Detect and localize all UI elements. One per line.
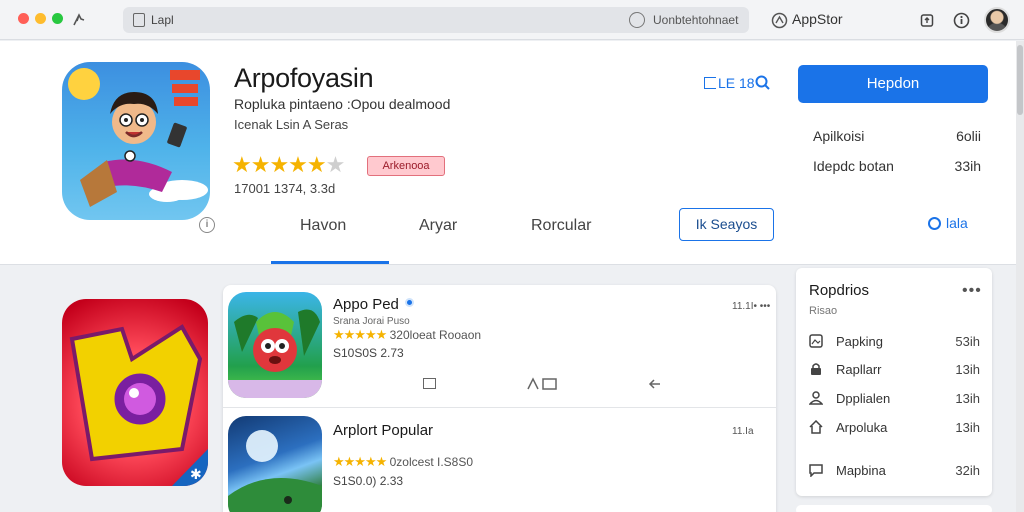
- list-item-price: S1S0.0) 2.33: [333, 474, 404, 488]
- info-value: 6olii: [956, 128, 981, 144]
- review-count: 0zolcest I.S8S0: [389, 455, 474, 469]
- side-panel: Ropdrios Risao ••• Papking 53ih Rapllarr…: [796, 268, 992, 496]
- reply-icon[interactable]: [648, 377, 662, 394]
- minimize-window-button[interactable]: [35, 13, 46, 24]
- list-item-date: 11.1I• •••: [732, 301, 771, 312]
- address-bar[interactable]: Lapl Uonbtehtohnaet: [123, 7, 749, 33]
- info-row: Idepdc botan 33ih: [813, 158, 981, 174]
- side-row[interactable]: Arpoluka 13ih: [808, 417, 980, 437]
- store-label: AppStor: [792, 11, 843, 27]
- app-header: Arpofoyasin Ropluka pintaeno :Opou dealm…: [0, 41, 1016, 265]
- side-row[interactable]: Mapbina 32ih: [808, 460, 980, 480]
- app-meta: 17001 1374, 3.3d: [234, 181, 336, 196]
- close-window-button[interactable]: [18, 13, 29, 24]
- list-item-price: S10S0S 2.73: [333, 346, 404, 360]
- list-item-rating: ★★★★★ 0zolcest I.S8S0: [333, 454, 473, 470]
- bookmark-icon[interactable]: [423, 378, 436, 389]
- review-count: 320loeat Rooaon: [389, 328, 482, 342]
- more-icon[interactable]: •••: [962, 282, 982, 300]
- list-item-title[interactable]: Appo Ped: [333, 296, 399, 313]
- side-panel-subtitle: Risao: [809, 305, 838, 317]
- secondary-button[interactable]: Ik Seayos: [679, 208, 774, 241]
- developer-name[interactable]: Icenak Lsin A Seras: [234, 117, 348, 132]
- home-icon: [808, 419, 824, 435]
- address-text: Lapl: [151, 13, 174, 27]
- info-label: Apilkoisi: [813, 128, 865, 144]
- title-bar: Lapl Uonbtehtohnaet AppStor: [0, 0, 1024, 40]
- list-item-icon[interactable]: [228, 416, 322, 512]
- info-icon[interactable]: [952, 11, 970, 29]
- side-row[interactable]: Dpplialen 13ih: [808, 388, 980, 408]
- side-row[interactable]: Papking 53ih: [808, 331, 980, 351]
- tab-icon: [133, 13, 145, 27]
- tab-overview[interactable]: Havon: [300, 217, 346, 235]
- svg-text:✱: ✱: [190, 467, 202, 483]
- list-item-icon[interactable]: [228, 292, 322, 398]
- list-item-title[interactable]: Arplort Popular: [333, 422, 433, 439]
- scrollbar[interactable]: [1016, 41, 1024, 512]
- search-link[interactable]: lala: [928, 215, 968, 231]
- address-domain: Uonbtehtohnaet: [653, 13, 739, 27]
- tab-reviews[interactable]: Aryar: [419, 217, 457, 235]
- side-row-value: 13ih: [955, 390, 980, 406]
- search-icon: [928, 217, 941, 230]
- list-item-date: 11.Ia: [732, 426, 754, 437]
- side-row-label: Rapllarr: [836, 361, 882, 377]
- app-icon: [62, 62, 210, 220]
- list-item-rating: ★★★★★ 320loeat Rooaon: [333, 327, 481, 343]
- pin-icon[interactable]: [70, 11, 88, 29]
- share-icon[interactable]: [527, 377, 557, 394]
- scrollbar-thumb[interactable]: [1017, 45, 1023, 115]
- side-row[interactable]: Rapllarr 13ih: [808, 359, 980, 379]
- list-item-subtitle: Srana Jorai Puso: [333, 316, 410, 327]
- app-subtitle: Ropluka pintaeno :Opou dealmood: [234, 96, 451, 112]
- list-action[interactable]: LE 18: [704, 75, 755, 91]
- featured-app-icon[interactable]: ✱: [62, 299, 208, 486]
- rating-stars: ★★★★★★: [232, 152, 345, 177]
- side-row-label: Arpoluka: [836, 419, 888, 435]
- app-list: Appo Ped Srana Jorai Puso ★★★★★ 320loeat…: [223, 285, 776, 512]
- get-button[interactable]: Hepdon: [798, 65, 988, 103]
- info-label: Idepdc botan: [813, 158, 894, 174]
- divider: [223, 407, 776, 408]
- refresh-icon[interactable]: [629, 12, 645, 28]
- list-icon: [704, 77, 716, 89]
- side-row-label: Dpplialen: [836, 390, 891, 406]
- side-panel-title: Ropdrios: [809, 282, 870, 299]
- share-icon[interactable]: [918, 11, 936, 29]
- info-row: Apilkoisi 6olii: [813, 128, 981, 144]
- user-avatar[interactable]: [984, 7, 1010, 33]
- info-icon[interactable]: i: [199, 217, 215, 233]
- app-title: Arpofoyasin: [234, 63, 374, 93]
- side-row-value: 53ih: [955, 333, 980, 349]
- side-row-value: 13ih: [955, 361, 980, 377]
- category-badge: Arkenooa: [367, 156, 445, 176]
- side-row-value: 32ih: [955, 462, 980, 478]
- search-link-label: lala: [946, 215, 968, 231]
- active-tab-indicator: [271, 261, 389, 264]
- rating-stars: ★★★★★: [333, 454, 387, 469]
- tab-popular[interactable]: Rorcular: [531, 217, 591, 235]
- maximize-window-button[interactable]: [52, 13, 63, 24]
- list-action-label: LE 18: [718, 75, 755, 91]
- side-panel-secondary: [796, 505, 992, 512]
- side-row-value: 13ih: [955, 419, 980, 435]
- search-icon[interactable]: [754, 74, 772, 97]
- person-icon: [808, 390, 824, 406]
- chat-icon: [808, 462, 824, 478]
- verified-icon: [405, 298, 414, 307]
- lock-icon: [808, 361, 824, 377]
- app-store-icon: [770, 11, 788, 29]
- image-icon: [808, 333, 824, 349]
- info-value: 33ih: [954, 158, 981, 174]
- side-row-label: Papking: [836, 333, 883, 349]
- rating-stars: ★★★★★: [333, 327, 387, 342]
- side-row-label: Mapbina: [836, 462, 886, 478]
